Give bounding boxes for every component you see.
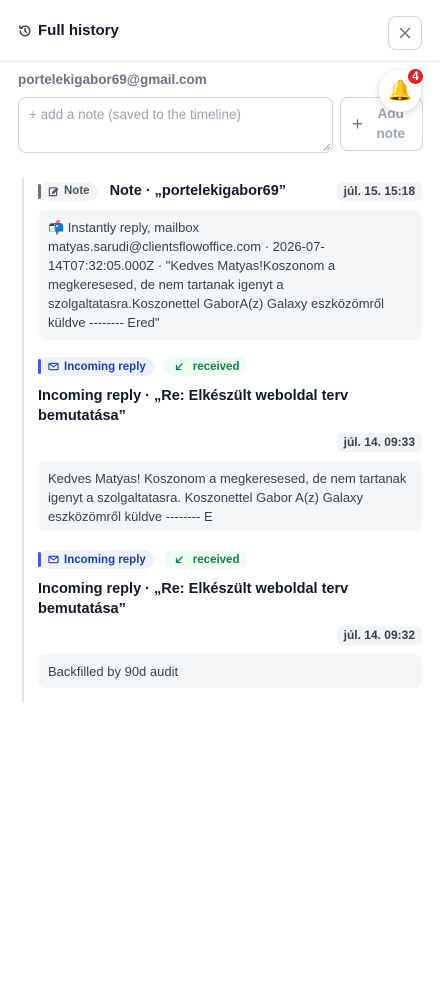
status-badge-received: received [163,550,248,569]
entry-timestamp: júl. 15. 15:18 [336,181,422,201]
entry-body: Backfilled by 90d audit [38,654,422,688]
arrow-down-left-icon [175,362,183,370]
status-badge-received: received [163,357,248,376]
timeline-entry-note: Note Note · „portelekigabor69” júl. 15. … [38,181,422,340]
notification-bell-button[interactable]: 🔔 4 [379,67,425,112]
entry-body: Kedves Matyas! Koszonom a megkeresesed, … [38,461,422,531]
entry-timestamp: júl. 14. 09:32 [336,626,422,645]
mail-icon [48,555,59,564]
entry-type-badge: Incoming reply [38,550,154,569]
history-icon [18,24,32,38]
entry-type-badge: Note [38,181,98,201]
entry-title: Incoming reply · „Re: Elkészült weboldal… [38,388,349,424]
plus-icon: + [352,113,363,134]
resize-grip-icon[interactable] [321,141,331,151]
edit-note-icon [48,186,59,196]
timeline-entry-reply: Incoming reply received Incoming reply ·… [38,550,422,688]
close-button[interactable] [388,16,422,50]
panel-title: Full history [38,22,119,39]
contact-email: portelekigabor69@gmail.com [18,72,207,87]
entry-type-badge: Incoming reply [38,357,154,376]
close-icon [399,27,411,39]
notification-count-badge: 4 [406,67,425,86]
arrow-down-left-icon [175,555,183,563]
mail-icon [48,362,59,371]
entry-body: 📬 Instantly reply, mailbox matyas.sarudi… [38,210,422,340]
timeline-entry-reply: Incoming reply received Incoming reply ·… [38,357,422,531]
entry-title: Note · „portelekigabor69” [109,183,287,199]
entry-timestamp: júl. 14. 09:33 [336,433,422,452]
timeline-rail [22,178,24,702]
note-input[interactable] [18,97,333,153]
panel-header: Full history [0,0,440,62]
entry-title: Incoming reply · „Re: Elkészült weboldal… [38,581,349,617]
